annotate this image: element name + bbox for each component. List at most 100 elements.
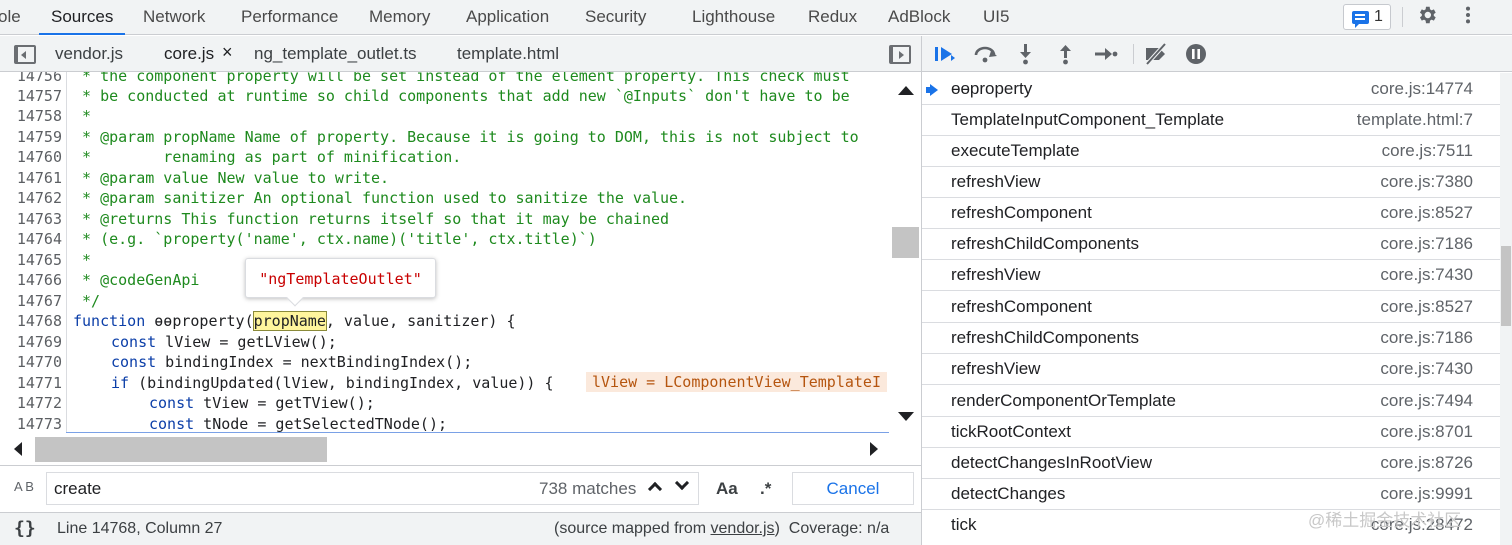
tab-console[interactable]: ole <box>0 0 21 35</box>
tab-memory[interactable]: Memory <box>369 0 430 35</box>
line-number: 14769 <box>16 333 62 351</box>
call-frame[interactable]: executeTemplate core.js:7511 <box>922 136 1500 167</box>
step-into-icon[interactable] <box>1013 43 1039 65</box>
code-text: * <box>73 251 92 269</box>
code-text: const tNode = getSelectedTNode(); <box>149 415 448 433</box>
editor-tab-vendor-js[interactable]: vendor.js <box>55 36 123 72</box>
code-line: 14760 * renaming as part of minification… <box>0 147 891 168</box>
tab-security[interactable]: Security <box>585 0 646 35</box>
call-frame[interactable]: TemplateInputComponent_Template template.… <box>922 105 1500 136</box>
code-text: * @returns This function returns itself … <box>73 210 670 228</box>
line-number: 14764 <box>16 230 62 248</box>
tab-performance[interactable]: Performance <box>241 0 338 35</box>
editor-tab-core-js[interactable]: core.js <box>164 36 214 72</box>
toolbar-divider <box>1133 44 1134 64</box>
scroll-down-icon[interactable] <box>898 412 914 421</box>
code-line: 14767 */ <box>0 291 891 312</box>
tab-adblock[interactable]: AdBlock <box>888 0 950 35</box>
scroll-up-icon[interactable] <box>898 86 914 95</box>
code-line: 14756 * the component property will be s… <box>0 72 891 87</box>
step-icon[interactable] <box>1093 43 1119 65</box>
editor-tab-template-html[interactable]: template.html <box>457 36 559 72</box>
issues-button[interactable]: 1 <box>1343 4 1391 30</box>
tab-lighthouse[interactable]: Lighthouse <box>692 0 775 35</box>
toggle-navigator-icon[interactable] <box>14 45 36 64</box>
code-line: 14772 const tView = getTView(); <box>0 393 891 414</box>
call-frame[interactable]: refreshChildComponents core.js:7186 <box>922 229 1500 260</box>
code-text: if (bindingUpdated(lView, bindingIndex, … <box>111 374 554 392</box>
call-frame[interactable]: tickRootContext core.js:8701 <box>922 417 1500 448</box>
toggle-debugger-icon[interactable] <box>889 45 911 64</box>
search-match-count: 738 matches <box>539 479 637 498</box>
tab-application[interactable]: Application <box>466 0 549 35</box>
code-text: * the component property will be set ins… <box>73 72 850 85</box>
execution-line-underline <box>66 432 889 433</box>
close-tab-icon[interactable]: × <box>222 42 233 63</box>
call-frame[interactable]: detectChangesInRootView core.js:8726 <box>922 448 1500 479</box>
code-line: 14764 * (e.g. `property('name', ctx.name… <box>0 229 891 250</box>
tab-ui5[interactable]: UI5 <box>983 0 1009 35</box>
gutter-divider <box>66 72 67 433</box>
tab-sources[interactable]: Sources <box>39 0 126 35</box>
resume-icon[interactable] <box>933 43 959 65</box>
code-text: * renaming as part of minification. <box>73 148 462 166</box>
line-number: 14770 <box>16 353 62 371</box>
issues-message-icon <box>1352 11 1369 28</box>
tab-network[interactable]: Network <box>143 0 205 35</box>
line-number: 14757 <box>16 87 62 105</box>
more-options-icon[interactable] <box>1455 4 1481 30</box>
scroll-right-icon[interactable] <box>870 442 878 456</box>
step-out-icon[interactable] <box>1053 43 1079 65</box>
code-line: 14761 * @param value New value to write. <box>0 168 891 189</box>
settings-gear-icon[interactable] <box>1414 4 1440 30</box>
vertical-scroll-thumb[interactable] <box>892 227 919 258</box>
call-frame[interactable]: refreshView core.js:7430 <box>922 354 1500 385</box>
devtools-tab-bar: ole Sources Network Performance Memory A… <box>0 0 1512 35</box>
line-number: 14772 <box>16 394 62 412</box>
code-line-current: 14768 function ɵɵproperty(propName, value… <box>0 311 891 332</box>
hovered-param[interactable]: propName <box>252 311 327 331</box>
code-text: const lView = getLView(); <box>111 333 337 351</box>
call-frame[interactable]: refreshView core.js:7380 <box>922 167 1500 198</box>
current-frame-arrow-icon <box>926 84 938 96</box>
call-frame[interactable]: refreshComponent core.js:8527 <box>922 292 1500 323</box>
call-frame[interactable]: refreshView core.js:7430 <box>922 260 1500 291</box>
call-stack-scroll-thumb[interactable] <box>1501 246 1511 326</box>
code-text: * <box>73 107 92 125</box>
code-line: 14769 const lView = getLView(); <box>0 332 891 353</box>
code-line: 14763 * @returns This function returns i… <box>0 209 891 230</box>
line-number: 14762 <box>16 189 62 207</box>
toolbar-divider <box>1402 7 1403 27</box>
regex-button[interactable]: .* <box>760 479 771 499</box>
inline-variable-value: lView = LComponentView_TemplateI <box>586 372 887 392</box>
call-frame-current[interactable]: ɵɵproperty core.js:14774 <box>922 74 1500 105</box>
pretty-print-icon[interactable]: {} <box>14 518 36 539</box>
line-number: 14759 <box>16 128 62 146</box>
source-mapped-info: (source mapped from vendor.js) Coverage:… <box>554 520 890 537</box>
editor-tab-bar: vendor.js core.js × ng_template_outlet.t… <box>0 36 922 72</box>
editor-tab-ng-template-outlet[interactable]: ng_template_outlet.ts <box>254 36 417 72</box>
line-number: 14767 <box>16 292 62 310</box>
call-frame[interactable]: refreshComponent core.js:8527 <box>922 198 1500 229</box>
call-frame[interactable]: refreshChildComponents core.js:7186 <box>922 323 1500 354</box>
pause-on-exceptions-icon[interactable] <box>1184 43 1210 65</box>
match-case-toggle-icon[interactable]: A B <box>14 479 34 494</box>
match-case-button[interactable]: Aa <box>716 479 738 499</box>
line-number: 14760 <box>16 148 62 166</box>
deactivate-breakpoints-icon[interactable] <box>1143 42 1169 66</box>
line-number: 14765 <box>16 251 62 269</box>
line-number: 14758 <box>16 107 62 125</box>
scroll-left-icon[interactable] <box>14 442 22 456</box>
tab-redux[interactable]: Redux <box>808 0 857 35</box>
cancel-search-button[interactable]: Cancel <box>792 472 914 505</box>
source-map-link[interactable]: vendor.js <box>711 520 775 537</box>
code-editor[interactable]: 14756 * the component property will be s… <box>0 72 891 433</box>
step-over-icon[interactable] <box>973 43 999 65</box>
horizontal-scroll-thumb[interactable] <box>35 437 327 462</box>
code-text: function ɵɵproperty(propName, value, san… <box>73 311 516 331</box>
code-text: * be conducted at runtime so child compo… <box>73 87 850 105</box>
code-text: * @param value New value to write. <box>73 169 390 187</box>
call-frame[interactable]: renderComponentOrTemplate core.js:7494 <box>922 386 1500 417</box>
search-query[interactable]: create <box>54 479 101 499</box>
line-number: 14766 <box>16 271 62 289</box>
